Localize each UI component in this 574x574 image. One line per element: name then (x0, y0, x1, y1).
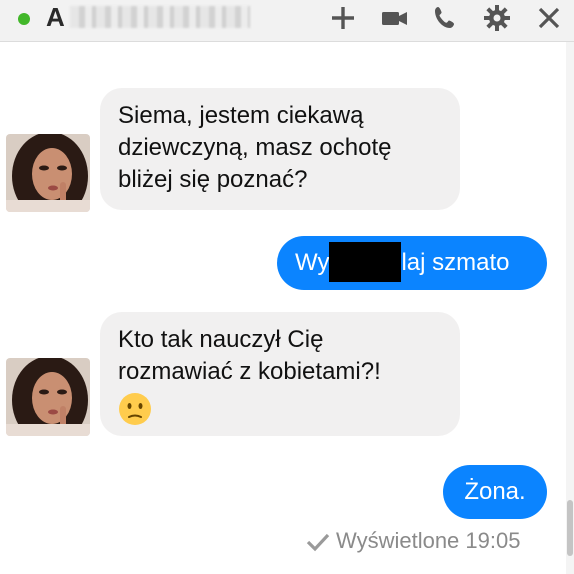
contact-name-blurred (70, 6, 250, 28)
contact-avatar[interactable] (6, 358, 90, 436)
redaction-box (329, 241, 402, 282)
contact-name[interactable]: A (46, 2, 65, 32)
gear-icon[interactable] (482, 3, 512, 33)
check-icon (306, 534, 330, 552)
message-line: dziewczyną, masz ochotę (118, 134, 392, 161)
message-line: Siema, jestem ciekawą (118, 102, 364, 129)
online-status-dot (18, 13, 30, 25)
message-line: Kto tak nauczył Cię (118, 326, 324, 353)
scrollbar-thumb[interactable] (567, 500, 573, 556)
scrollbar-track[interactable] (566, 42, 574, 574)
incoming-message: Siema, jestem ciekawą dziewczyną, masz o… (100, 88, 460, 210)
message-line: rozmawiać z kobietami?! (118, 358, 381, 385)
message-text-end: laj szmato (401, 249, 510, 276)
chat-header: A (0, 0, 574, 42)
read-receipt-label: Wyświetlone 19:05 (336, 528, 521, 553)
message-text: Żona. (464, 478, 526, 505)
outgoing-message: Wy laj szmato (277, 236, 547, 290)
message-line: bliżej się poznać? (118, 166, 308, 193)
incoming-message: Kto tak nauczył Cię rozmawiać z kobietam… (100, 312, 460, 436)
close-icon[interactable] (534, 3, 564, 33)
video-call-icon[interactable] (380, 3, 410, 33)
read-receipt: Wyświetlone 19:05 (306, 528, 520, 554)
message-text-start: Wy (295, 249, 330, 276)
confused-face-icon (119, 393, 151, 425)
phone-icon[interactable] (430, 3, 460, 33)
outgoing-message: Żona. (443, 465, 547, 519)
add-people-icon[interactable] (328, 3, 358, 33)
contact-avatar[interactable] (6, 134, 90, 212)
